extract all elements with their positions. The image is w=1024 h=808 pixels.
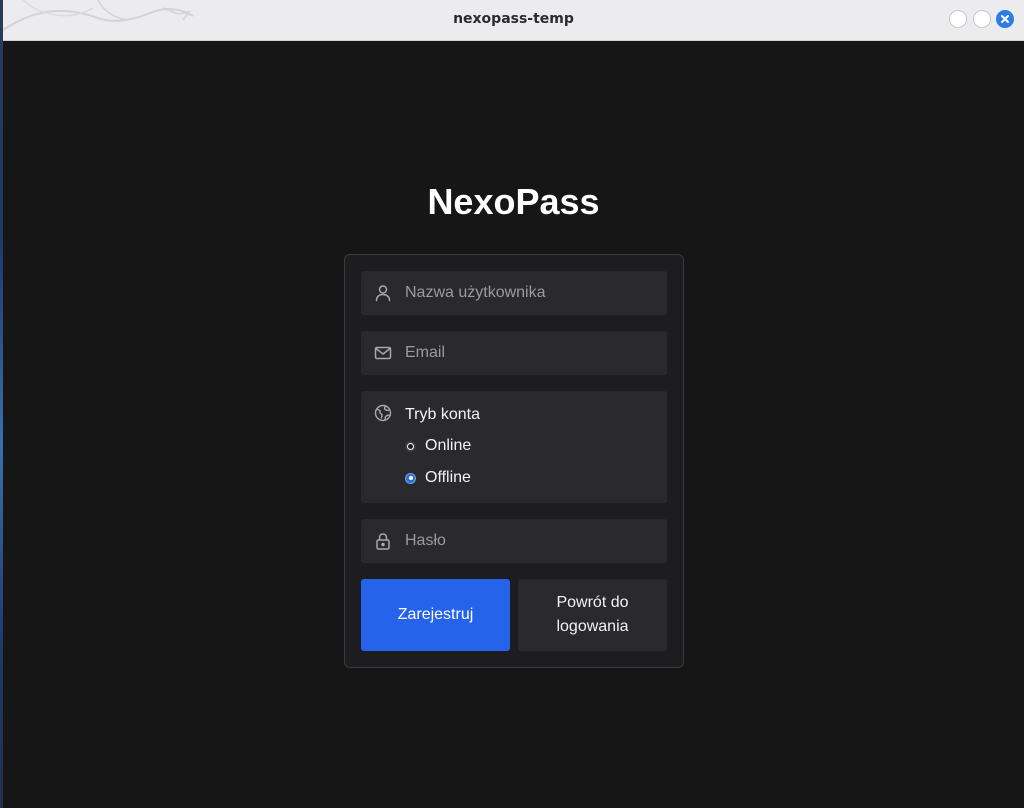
radio-option-online[interactable]: Online (405, 437, 471, 455)
username-input[interactable] (405, 271, 659, 315)
close-icon (1001, 15, 1009, 23)
password-input[interactable] (405, 519, 659, 563)
maximize-button[interactable] (973, 10, 991, 28)
register-button[interactable]: Zarejestruj (361, 579, 510, 651)
mail-icon (374, 344, 392, 362)
radio-label-offline: Offline (425, 469, 471, 486)
password-field-container (361, 519, 667, 563)
window-titlebar[interactable]: nexopass-temp (3, 0, 1024, 41)
account-mode-group: Tryb konta Online Offline (361, 391, 667, 503)
main-content: NexoPass Nazwa użytkownika Email Tryb ko… (3, 41, 1024, 808)
globe-icon (374, 404, 392, 422)
username-field-container (361, 271, 667, 315)
register-card: Tryb konta Online Offline (344, 254, 684, 668)
user-icon (374, 284, 392, 302)
radio-button-offline[interactable] (405, 472, 416, 484)
minimize-button[interactable] (949, 10, 967, 28)
email-input[interactable] (405, 331, 659, 375)
account-mode-label: Tryb konta (405, 406, 480, 423)
close-button[interactable] (996, 10, 1014, 28)
window-title: nexopass-temp (453, 11, 574, 27)
email-field-container (361, 331, 667, 375)
radio-label-online: Online (425, 437, 472, 454)
app-window: nexopass-temp NexoPass Nazwa użytkownika… (3, 0, 1024, 808)
back-to-login-button[interactable]: Powrót do logowania (518, 579, 667, 651)
radio-option-offline[interactable]: Offline (405, 469, 471, 487)
app-title: NexoPass (427, 181, 600, 222)
radio-button-online[interactable] (405, 440, 416, 452)
lock-icon (374, 532, 392, 550)
